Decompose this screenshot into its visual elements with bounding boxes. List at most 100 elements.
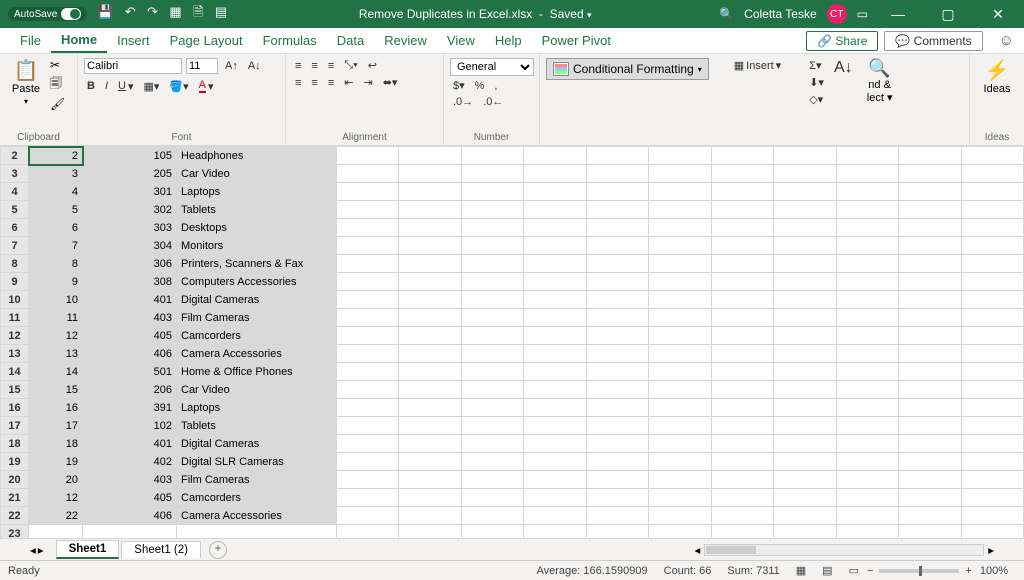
cell[interactable]: Digital Cameras bbox=[177, 291, 337, 309]
border-button[interactable]: ▦▾ bbox=[141, 79, 163, 94]
cell[interactable]: 9 bbox=[29, 273, 83, 291]
cell[interactable]: 10 bbox=[29, 291, 83, 309]
cell[interactable] bbox=[586, 345, 648, 363]
cell[interactable] bbox=[83, 525, 177, 539]
cell[interactable] bbox=[961, 381, 1023, 399]
cell[interactable] bbox=[961, 489, 1023, 507]
cell[interactable] bbox=[524, 291, 586, 309]
cell[interactable] bbox=[337, 237, 399, 255]
cell[interactable] bbox=[337, 525, 399, 539]
cell[interactable]: Film Cameras bbox=[177, 471, 337, 489]
cell[interactable] bbox=[524, 165, 586, 183]
cell[interactable] bbox=[399, 363, 461, 381]
avatar[interactable]: CT bbox=[827, 4, 847, 24]
cell[interactable] bbox=[461, 165, 523, 183]
cell[interactable] bbox=[711, 237, 773, 255]
row-header[interactable]: 18 bbox=[1, 435, 29, 453]
tab-view[interactable]: View bbox=[437, 28, 485, 53]
cell[interactable]: 17 bbox=[29, 417, 83, 435]
cell[interactable]: Film Cameras bbox=[177, 309, 337, 327]
cell[interactable] bbox=[524, 219, 586, 237]
cell[interactable] bbox=[836, 273, 898, 291]
cell[interactable] bbox=[461, 435, 523, 453]
font-color-button[interactable]: A▾ bbox=[196, 78, 217, 94]
cell[interactable] bbox=[461, 381, 523, 399]
decrease-indent-icon[interactable]: ⇤ bbox=[341, 75, 356, 90]
cell[interactable] bbox=[461, 237, 523, 255]
cell[interactable] bbox=[774, 255, 836, 273]
cell[interactable] bbox=[899, 327, 961, 345]
sort-filter-icon[interactable]: A↓ bbox=[831, 58, 856, 78]
cell[interactable] bbox=[586, 507, 648, 525]
cell[interactable]: Camcorders bbox=[177, 489, 337, 507]
cell[interactable] bbox=[774, 291, 836, 309]
cell[interactable]: 402 bbox=[83, 453, 177, 471]
cell[interactable] bbox=[461, 183, 523, 201]
cell[interactable] bbox=[399, 471, 461, 489]
find-select-button[interactable]: 🔍 nd & lect ▾ bbox=[860, 58, 900, 104]
cell[interactable] bbox=[774, 219, 836, 237]
cell[interactable] bbox=[337, 327, 399, 345]
sheet-tab-2[interactable]: Sheet1 (2) bbox=[121, 541, 201, 558]
cell[interactable]: Car Video bbox=[177, 381, 337, 399]
cell[interactable] bbox=[836, 327, 898, 345]
cell[interactable]: 8 bbox=[29, 255, 83, 273]
save-icon[interactable]: 💾 bbox=[97, 4, 113, 19]
cell[interactable] bbox=[899, 147, 961, 165]
underline-button[interactable]: U▾ bbox=[115, 79, 136, 94]
cell[interactable]: 206 bbox=[83, 381, 177, 399]
cell[interactable] bbox=[711, 381, 773, 399]
increase-font-icon[interactable]: A↑ bbox=[222, 59, 241, 73]
align-bottom-icon[interactable]: ≡ bbox=[325, 59, 337, 73]
font-name-combo[interactable] bbox=[84, 58, 182, 74]
cell[interactable]: Tablets bbox=[177, 417, 337, 435]
cell[interactable] bbox=[461, 309, 523, 327]
wrap-text-icon[interactable]: ↩ bbox=[365, 58, 380, 73]
cell[interactable]: 14 bbox=[29, 363, 83, 381]
cell[interactable] bbox=[899, 453, 961, 471]
cell[interactable]: 406 bbox=[83, 507, 177, 525]
cell[interactable] bbox=[774, 345, 836, 363]
cell[interactable] bbox=[524, 255, 586, 273]
qat-icon-2[interactable]: 🗎 bbox=[193, 4, 203, 19]
cell[interactable] bbox=[586, 237, 648, 255]
tab-formulas[interactable]: Formulas bbox=[253, 28, 327, 53]
cell[interactable] bbox=[711, 291, 773, 309]
cell[interactable]: 302 bbox=[83, 201, 177, 219]
cell[interactable] bbox=[337, 183, 399, 201]
user-name[interactable]: Coletta Teske bbox=[744, 7, 817, 21]
align-right-icon[interactable]: ≡ bbox=[325, 76, 337, 90]
cell[interactable] bbox=[399, 255, 461, 273]
cell[interactable] bbox=[399, 273, 461, 291]
cell[interactable]: 15 bbox=[29, 381, 83, 399]
cell[interactable] bbox=[711, 147, 773, 165]
cell[interactable] bbox=[711, 255, 773, 273]
cell[interactable] bbox=[524, 471, 586, 489]
hscroll-left[interactable]: ◂ bbox=[694, 543, 700, 557]
cell[interactable] bbox=[524, 183, 586, 201]
cell[interactable] bbox=[586, 471, 648, 489]
cell[interactable] bbox=[649, 381, 711, 399]
cell[interactable] bbox=[649, 345, 711, 363]
cell[interactable]: 391 bbox=[83, 399, 177, 417]
cell[interactable] bbox=[399, 165, 461, 183]
cell[interactable] bbox=[461, 273, 523, 291]
cell[interactable] bbox=[836, 255, 898, 273]
increase-indent-icon[interactable]: ⇥ bbox=[360, 75, 375, 90]
cell[interactable] bbox=[649, 237, 711, 255]
cell[interactable]: 205 bbox=[83, 165, 177, 183]
ribbon-display-icon[interactable]: ▭ bbox=[857, 7, 868, 21]
cell[interactable] bbox=[461, 255, 523, 273]
row-header[interactable]: 19 bbox=[1, 453, 29, 471]
cell[interactable] bbox=[961, 327, 1023, 345]
cell[interactable] bbox=[461, 327, 523, 345]
row-header[interactable]: 22 bbox=[1, 507, 29, 525]
cell[interactable] bbox=[586, 255, 648, 273]
cell[interactable] bbox=[961, 471, 1023, 489]
cell[interactable] bbox=[337, 489, 399, 507]
cell[interactable] bbox=[711, 435, 773, 453]
cell[interactable] bbox=[399, 201, 461, 219]
cell[interactable] bbox=[961, 363, 1023, 381]
cell[interactable] bbox=[399, 237, 461, 255]
cell[interactable] bbox=[711, 165, 773, 183]
